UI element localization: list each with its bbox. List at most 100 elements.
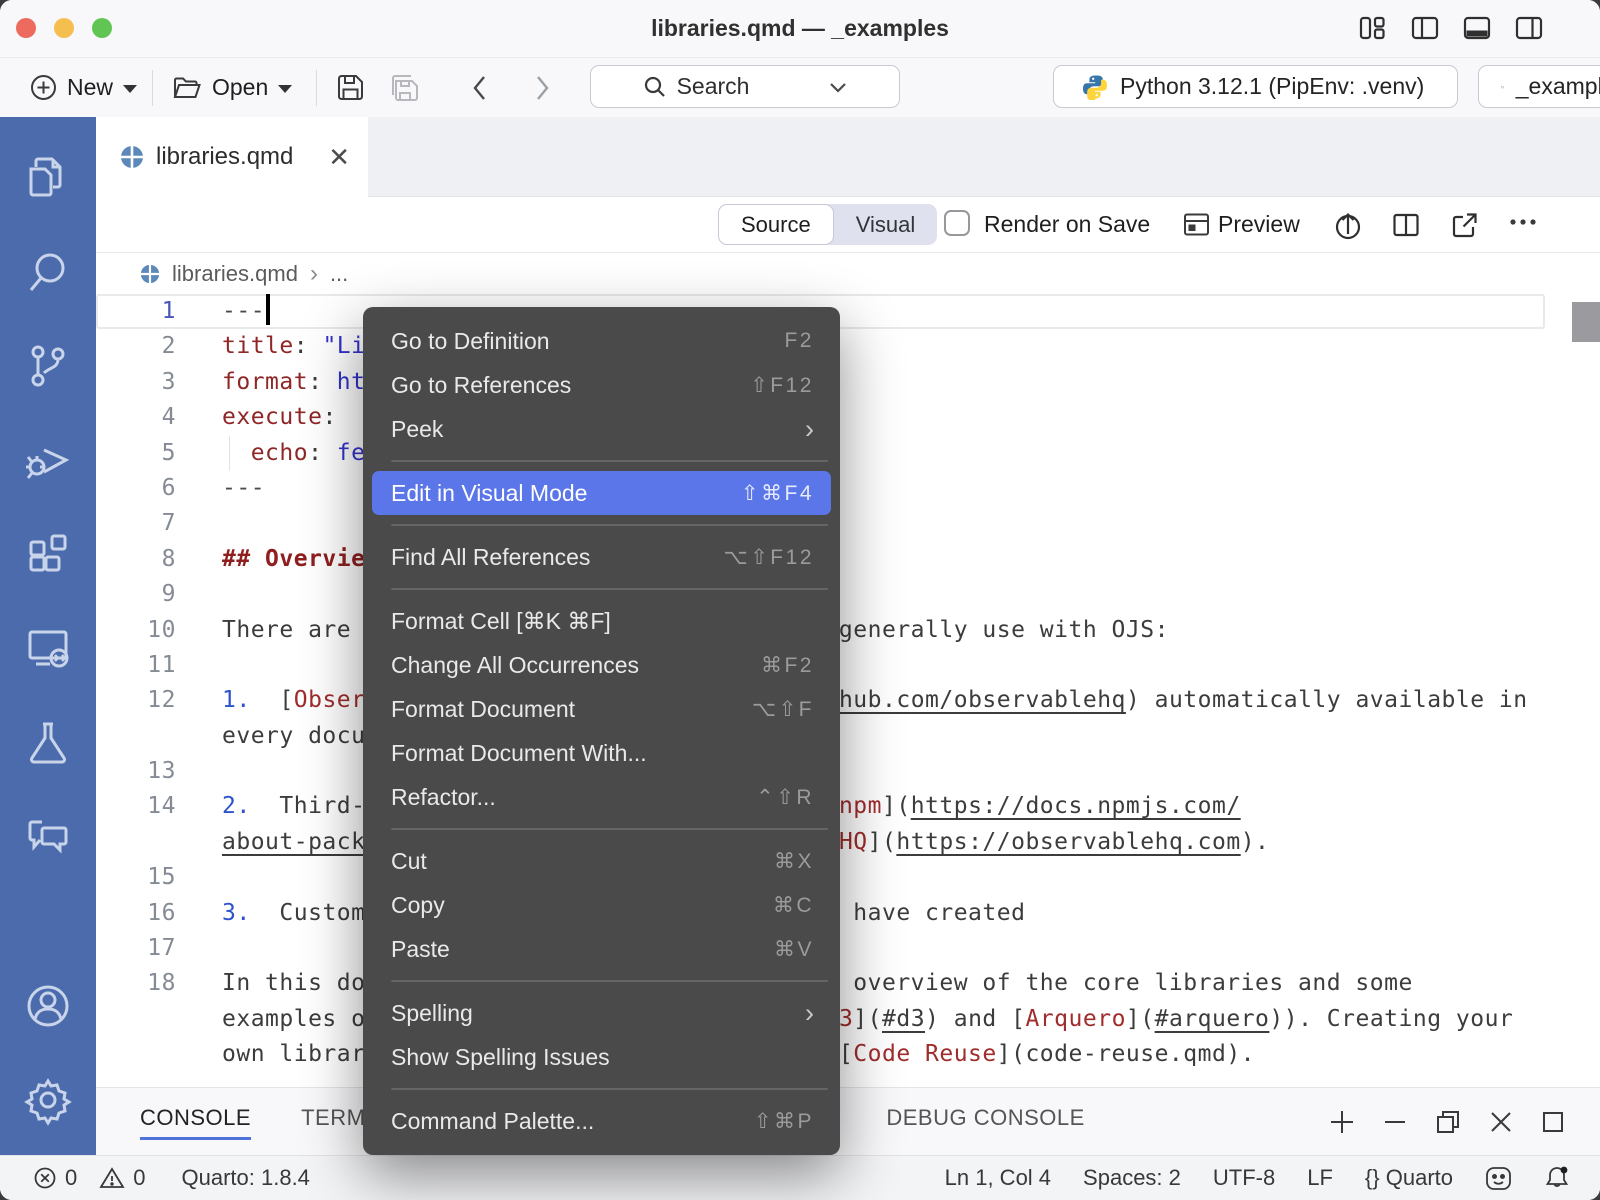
close-panel-icon[interactable] — [1488, 1109, 1514, 1135]
code-line[interactable]: 121. [Observable core libraries](https:/… — [96, 683, 1600, 718]
code-line[interactable]: 15 — [96, 860, 1600, 895]
menu-item-cut[interactable]: Cut⌘X — [363, 839, 840, 883]
code-line[interactable]: own libraries is covered in the article … — [96, 1037, 1600, 1072]
testing-icon[interactable] — [0, 695, 96, 789]
menu-item-edit-in-visual-mode[interactable]: Edit in Visual Mode⇧⌘F4 — [372, 471, 831, 515]
navigate-back-button[interactable] — [470, 58, 490, 117]
visual-mode-button[interactable]: Visual — [834, 204, 938, 245]
notifications-bell-icon[interactable] — [1544, 1165, 1570, 1191]
code-line[interactable]: 8## Overview — [96, 542, 1600, 577]
split-editor-icon[interactable] — [1392, 211, 1420, 239]
menu-item-label: Format Document — [391, 696, 575, 723]
maximize-panel-icon[interactable] — [1540, 1109, 1566, 1135]
menu-item-peek[interactable]: Peek› — [363, 407, 840, 451]
menu-item-refactor[interactable]: Refactor...⌃⇧R — [363, 775, 840, 819]
render-icon[interactable] — [1333, 211, 1363, 241]
code-line[interactable]: 7 — [96, 506, 1600, 541]
menu-item-format-document-with[interactable]: Format Document With... — [363, 731, 840, 775]
toggle-sidebar-icon[interactable] — [1410, 13, 1440, 43]
menu-item-go-to-definition[interactable]: Go to DefinitionF2 — [363, 319, 840, 363]
customize-layout-icon[interactable] — [1358, 13, 1388, 43]
interpreter-selector[interactable]: Python 3.12.1 (PipEnv: .venv) — [1053, 65, 1458, 108]
code-line[interactable]: 4execute: — [96, 400, 1600, 435]
cursor-position-status[interactable]: Ln 1, Col 4 — [945, 1165, 1051, 1191]
code-line[interactable]: 163. Custom libraries you or your collea… — [96, 896, 1600, 931]
tab-close-icon[interactable]: ✕ — [328, 144, 350, 170]
settings-gear-icon[interactable] — [0, 1053, 96, 1147]
new-button[interactable]: New — [30, 58, 137, 117]
error-icon — [33, 1166, 57, 1190]
code-line[interactable]: 2title: "Libraries" — [96, 329, 1600, 364]
save-button[interactable] — [336, 58, 365, 117]
code-line[interactable]: 17 — [96, 931, 1600, 966]
preview-label[interactable]: Preview — [1218, 197, 1300, 252]
extensions-icon[interactable] — [0, 507, 96, 601]
code-line[interactable]: 13 — [96, 754, 1600, 789]
navigate-forward-button[interactable] — [532, 58, 552, 117]
line-number — [96, 1037, 176, 1072]
code-line[interactable]: examples of using third-party libraries … — [96, 1002, 1600, 1037]
code-line[interactable]: 9 — [96, 577, 1600, 612]
search-sidebar-icon[interactable] — [0, 225, 96, 319]
breadcrumb-more[interactable]: ... — [330, 261, 348, 287]
restore-panel-icon[interactable] — [1434, 1108, 1462, 1136]
menu-item-format-cell-k-f[interactable]: Format Cell [⌘K ⌘F] — [363, 599, 840, 643]
preview-icon[interactable] — [1183, 211, 1210, 238]
code-line[interactable]: 18In this document we'll provide a high … — [96, 966, 1600, 1001]
code-editor[interactable]: 1---2title: "Libraries"3format: html4exe… — [96, 294, 1600, 1086]
toggle-secondary-sidebar-icon[interactable] — [1514, 13, 1544, 43]
divider — [316, 70, 317, 106]
problems-status[interactable]: 0 0 — [33, 1165, 146, 1191]
menu-item-shortcut: ⌥⇧F — [752, 697, 814, 722]
quarto-version-status[interactable]: Quarto: 1.8.4 — [182, 1165, 310, 1191]
menu-item-copy[interactable]: Copy⌘C — [363, 883, 840, 927]
open-in-new-window-icon[interactable] — [1451, 211, 1479, 239]
project-button[interactable]: _examples — [1478, 65, 1600, 108]
open-button[interactable]: Open — [172, 58, 292, 117]
tab-libraries-qmd[interactable]: libraries.qmd ✕ — [96, 117, 368, 197]
run-debug-icon[interactable] — [0, 413, 96, 507]
menu-item-format-document[interactable]: Format Document ⌥⇧F — [363, 687, 840, 731]
status-bar: 0 0 Quarto: 1.8.4 Ln 1, Col 4 Spaces: 2 … — [0, 1155, 1600, 1200]
render-on-save-checkbox[interactable] — [944, 210, 970, 236]
search-icon — [643, 75, 667, 99]
indentation-status[interactable]: Spaces: 2 — [1083, 1165, 1181, 1191]
menu-item-show-spelling-issues[interactable]: Show Spelling Issues — [363, 1035, 840, 1079]
code-line[interactable]: 142. Third-party JavaScript libraries fr… — [96, 789, 1600, 824]
panel-tab-console[interactable]: CONSOLE — [140, 1105, 251, 1140]
code-line[interactable]: 5 echo: fenced — [96, 436, 1600, 471]
menu-item-go-to-references[interactable]: Go to References⇧F12 — [363, 363, 840, 407]
code-line[interactable]: every document. — [96, 719, 1600, 754]
panel-tab-debug-console[interactable]: DEBUG CONSOLE — [886, 1105, 1084, 1140]
source-mode-button[interactable]: Source — [718, 204, 834, 245]
menu-item-spelling[interactable]: Spelling› — [363, 991, 840, 1035]
plus-circle-icon — [30, 74, 57, 101]
breadcrumb[interactable]: libraries.qmd › ... — [96, 253, 1600, 294]
menu-item-find-all-references[interactable]: Find All References⌥⇧F12 — [363, 535, 840, 579]
minimize-panel-icon[interactable] — [1382, 1108, 1408, 1136]
menu-item-paste[interactable]: Paste⌘V — [363, 927, 840, 971]
menu-item-change-all-occurrences[interactable]: Change All Occurrences⌘F2 — [363, 643, 840, 687]
code-line[interactable]: 11 — [96, 648, 1600, 683]
code-line[interactable]: 10There are three types of libraries you… — [96, 613, 1600, 648]
more-actions-icon[interactable] — [1508, 217, 1538, 227]
code-line[interactable]: 6--- — [96, 471, 1600, 506]
explorer-icon[interactable] — [0, 131, 96, 225]
breadcrumb-file[interactable]: libraries.qmd — [172, 261, 298, 287]
eol-status[interactable]: LF — [1307, 1165, 1333, 1191]
remote-explorer-icon[interactable] — [0, 601, 96, 695]
save-all-button[interactable] — [388, 58, 420, 117]
comments-icon[interactable] — [0, 789, 96, 883]
menu-item-command-palette[interactable]: Command Palette...⇧⌘P — [363, 1099, 840, 1143]
code-line[interactable]: 3format: html — [96, 365, 1600, 400]
account-icon[interactable] — [0, 959, 96, 1053]
feedback-smiley-icon[interactable] — [1485, 1166, 1512, 1191]
language-mode-status[interactable]: {} Quarto — [1365, 1165, 1453, 1191]
code-line[interactable]: about-packages-and-modules) and [Observa… — [96, 825, 1600, 860]
encoding-status[interactable]: UTF-8 — [1213, 1165, 1275, 1191]
line-number: 14 — [96, 789, 176, 824]
search-input[interactable]: Search — [590, 65, 900, 108]
new-console-icon[interactable] — [1328, 1108, 1356, 1136]
toggle-panel-icon[interactable] — [1462, 13, 1492, 43]
source-control-icon[interactable] — [0, 319, 96, 413]
